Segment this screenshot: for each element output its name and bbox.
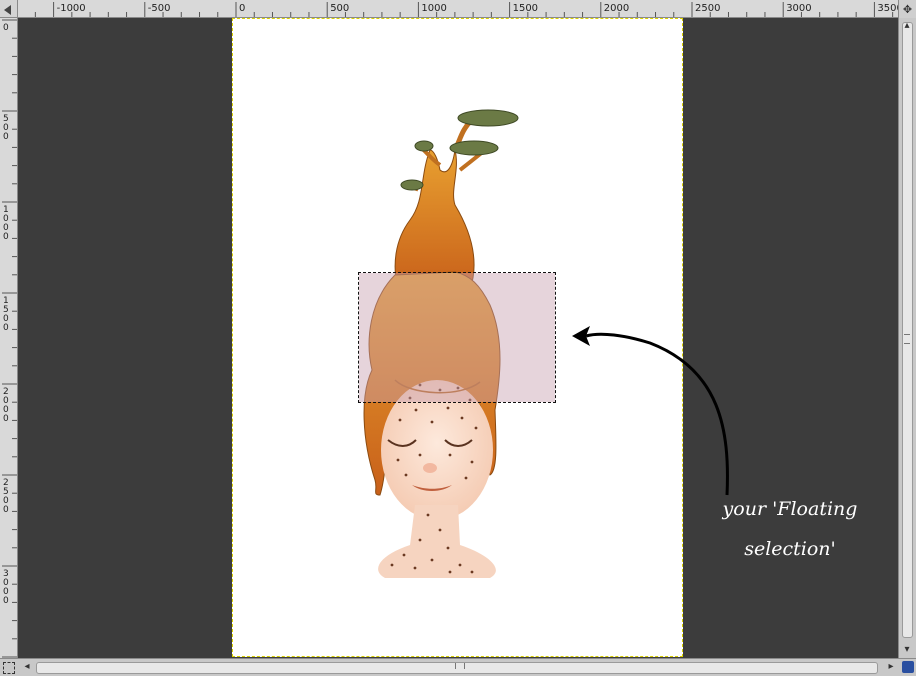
scroll-up-icon[interactable]: ▴ — [899, 18, 915, 34]
tree-hair — [394, 109, 519, 291]
scroll-down-icon[interactable]: ▾ — [899, 642, 915, 658]
annotation-line-2: selection' — [744, 538, 836, 560]
quick-mask-icon[interactable] — [3, 662, 15, 674]
vertical-scroll-thumb[interactable] — [902, 22, 913, 638]
vertical-scrollbar[interactable]: ▴ ▾ — [898, 18, 916, 658]
scroll-right-icon[interactable]: ▸ — [884, 659, 898, 675]
zoom-icon[interactable] — [902, 661, 914, 673]
vertical-grip-icon — [904, 334, 910, 344]
bottom-scrollbar[interactable]: ◂ ▸ — [0, 658, 916, 676]
horizontal-grip-icon — [455, 663, 465, 669]
scroll-left-icon[interactable]: ◂ — [20, 659, 34, 675]
annotation-line-1: your 'Floating — [722, 498, 858, 520]
face — [378, 379, 496, 578]
annotation-arrow — [585, 332, 729, 496]
floating-selection[interactable] — [358, 272, 556, 403]
